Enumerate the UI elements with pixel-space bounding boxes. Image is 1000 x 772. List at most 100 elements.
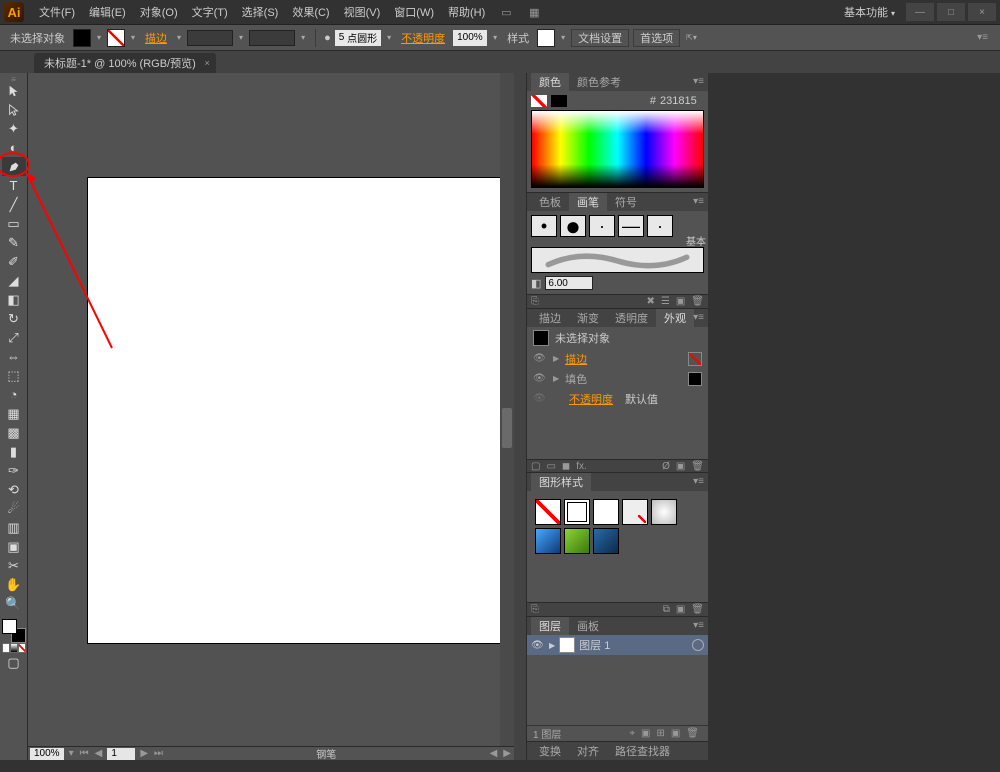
panel-menu-icon[interactable]: ▾≡ [693,196,704,207]
stroke-link[interactable]: 描边 [141,30,171,46]
pen-tool[interactable] [2,157,26,176]
selection-tool[interactable] [2,81,26,100]
tab-swatches[interactable]: 色板 [531,193,569,211]
artboard[interactable] [88,178,514,643]
hand-tool[interactable]: ✋ [2,575,26,594]
delete-icon[interactable]: 🗑 [691,461,704,472]
menu-edit[interactable]: 编辑(E) [82,4,133,20]
brush-options-icon[interactable]: ☰ [661,296,670,307]
brush-preset-4[interactable]: — [618,215,644,237]
expand-icon[interactable]: ▶ [553,374,559,383]
style-swatch-7[interactable] [564,528,590,554]
style-library-icon[interactable]: ⎘ [531,604,539,615]
brush-preset-5[interactable]: · [647,215,673,237]
color-stroke-mini-swatch[interactable] [551,95,567,107]
document-setup-button[interactable]: 文档设置 [571,29,629,47]
panel-menu-icon[interactable]: ▾≡ [693,476,704,487]
zoom-field[interactable]: 100% [30,748,64,760]
tab-stroke[interactable]: 描边 [531,309,569,327]
add-stroke-icon[interactable]: ▭ [546,461,555,472]
align-icon[interactable]: ⇱▾ [684,33,699,42]
appearance-stroke-swatch[interactable] [688,352,702,366]
tab-align[interactable]: 对齐 [569,742,607,760]
stroke-profile-field[interactable] [249,30,295,46]
zoom-dropdown-icon[interactable]: ▾ [66,748,77,759]
tab-brushes[interactable]: 画笔 [569,193,607,211]
slice-tool[interactable]: ✂ [2,556,26,575]
arrange-icon[interactable]: ▦ [524,2,544,22]
new-style-icon[interactable]: ▣ [676,604,685,615]
new-art-icon[interactable]: ▢ [531,461,540,472]
style-swatch-6[interactable] [535,528,561,554]
break-link-icon[interactable]: ⧉ [663,604,670,615]
artboard-nav-field[interactable]: 1 [107,748,135,760]
opacity-field[interactable]: 100% [453,30,487,46]
tab-color[interactable]: 颜色 [531,73,569,91]
tab-symbols[interactable]: 符号 [607,193,645,211]
menu-object[interactable]: 对象(O) [133,4,185,20]
scale-tool[interactable]: ⤢ [2,328,26,347]
style-swatch-default[interactable] [535,499,561,525]
delete-style-icon[interactable]: 🗑 [691,604,704,615]
tab-layers[interactable]: 图层 [531,617,569,635]
document-tab-close-icon[interactable]: × [204,58,209,68]
expand-icon[interactable]: ▶ [553,354,559,363]
add-fill-icon[interactable]: ◼ [562,461,570,472]
eyedropper-tool[interactable]: ✑ [2,461,26,480]
appearance-fill-swatch[interactable] [688,372,702,386]
blend-tool[interactable]: ⟲ [2,480,26,499]
add-effect-icon[interactable]: fx. [576,461,587,472]
window-maximize[interactable]: □ [937,3,965,21]
direct-selection-tool[interactable] [2,100,26,119]
stroke-weight-field[interactable] [187,30,233,46]
rectangle-tool[interactable]: ▭ [2,214,26,233]
duplicate-icon[interactable]: ▣ [676,461,685,472]
tab-pathfinder[interactable]: 路径查找器 [607,742,678,760]
color-fill-mini-swatch[interactable] [531,95,547,107]
nav-next-icon[interactable]: ▶ [137,748,151,759]
delete-layer-icon[interactable]: 🗑 [686,728,699,739]
clear-icon[interactable]: Ø [662,461,670,472]
tab-gradient[interactable]: 渐变 [569,309,607,327]
layer-target-icon[interactable] [692,639,704,651]
fill-stroke-swatch[interactable] [2,619,26,643]
new-layer-icon[interactable]: ▣ [671,728,680,739]
panel-collapse-strip[interactable] [514,73,526,760]
mesh-tool[interactable]: ▩ [2,423,26,442]
brush-amount-field[interactable] [545,276,593,290]
opacity-link[interactable]: 不透明度 [397,30,449,46]
remove-brush-icon[interactable]: ✖ [646,296,654,307]
brush-stroke-preview[interactable] [531,247,704,273]
symbol-sprayer-tool[interactable]: ☄ [2,499,26,518]
magic-wand-tool[interactable]: ✦ [2,119,26,138]
paintbrush-tool[interactable]: ✎ [2,233,26,252]
nav-prev-icon[interactable]: ◀ [92,748,106,759]
panel-menu-icon[interactable]: ▾≡ [693,76,704,87]
line-tool[interactable]: ╱ [2,195,26,214]
tab-graphic-styles[interactable]: 图形样式 [531,473,591,491]
window-close[interactable]: × [968,3,996,21]
blob-brush-tool[interactable]: ◢ [2,271,26,290]
menu-effect[interactable]: 效果(C) [285,4,336,20]
fill-color-swatch[interactable] [2,619,17,634]
artboard-tool[interactable]: ▣ [2,537,26,556]
appearance-stroke-row[interactable]: 👁 ▶ 描边 [527,349,708,369]
appearance-opacity-row[interactable]: 👁 不透明度 默认值 [527,389,708,409]
hex-field[interactable]: 231815 [660,95,704,107]
pencil-tool[interactable]: ✐ [2,252,26,271]
type-tool[interactable]: T [2,176,26,195]
brush-preset-2[interactable]: ● [560,215,586,237]
document-tab[interactable]: 未标题-1* @ 100% (RGB/预览) × [34,53,216,73]
visibility-icon[interactable]: 👁 [533,393,547,404]
perspective-tool[interactable]: ▦ [2,404,26,423]
tab-appearance[interactable]: 外观 [656,309,694,327]
appearance-opacity-link[interactable]: 不透明度 [569,391,613,407]
style-swatch-8[interactable] [593,528,619,554]
layer-thumbnail[interactable] [559,637,575,653]
nav-first-icon[interactable]: ⏮ [77,748,92,759]
fill-dropdown-arrow[interactable]: ▾ [95,33,103,42]
visibility-icon[interactable]: 👁 [533,373,547,384]
brush-preset-1[interactable]: • [531,215,557,237]
layer-expand-icon[interactable]: ▶ [549,641,555,650]
tab-transparency[interactable]: 透明度 [607,309,656,327]
